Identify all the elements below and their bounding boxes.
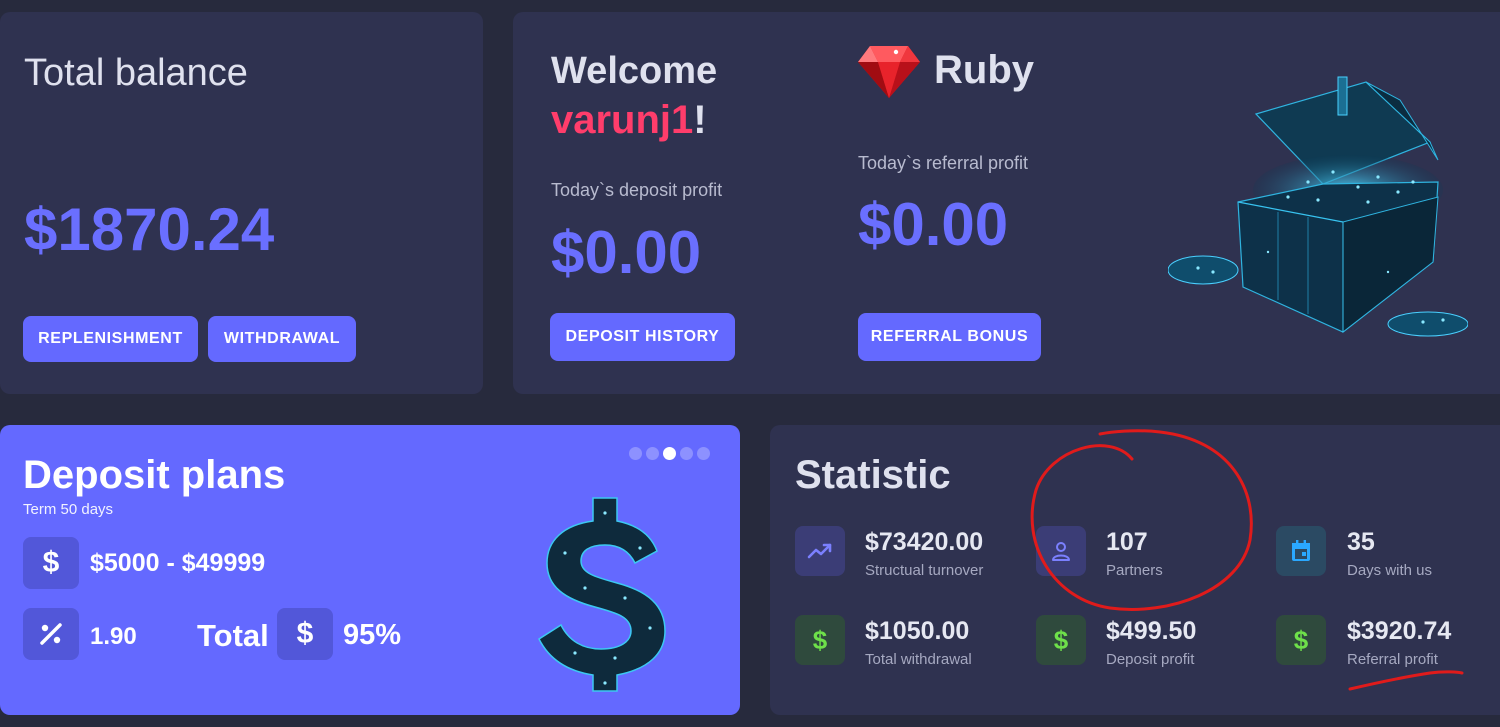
- deposit-profit-label: Today`s deposit profit: [551, 180, 723, 200]
- carousel-dot[interactable]: [680, 447, 693, 460]
- withdrawal-button[interactable]: WITHDRAWAL: [208, 316, 356, 362]
- statistic-title: Statistic: [795, 453, 951, 497]
- days-with-us-label: Days with us: [1347, 562, 1433, 579]
- dollar-sign-illustration: [538, 497, 666, 692]
- deposit-profit-value: $499.50: [1106, 617, 1197, 645]
- plan-total-label: Total: [197, 618, 269, 653]
- replenishment-button[interactable]: REPLENISHMENT: [23, 316, 198, 362]
- structual-turnover-value: $73420.00: [865, 528, 984, 556]
- statistic-card: Statistic $73420.00 Structual turnover 1…: [770, 425, 1500, 715]
- treasure-chest-illustration: [1168, 76, 1468, 337]
- welcome-card: Welcome varunj1! Today`s deposit profit …: [513, 12, 1500, 394]
- carousel-dots: [629, 447, 710, 460]
- plan-daily-percent: 1.90: [90, 623, 137, 650]
- days-with-us-value: 35: [1347, 528, 1375, 556]
- plan-amount-range: $5000 - $49999: [90, 549, 266, 577]
- referral-profit-value: $3920.74: [1347, 617, 1452, 645]
- referral-bonus-button[interactable]: REFERRAL BONUS: [858, 313, 1041, 361]
- total-withdrawal-value: $1050.00: [865, 617, 970, 645]
- plan-total-value: 95%: [343, 619, 402, 651]
- username-line: varunj1!: [551, 98, 707, 143]
- total-withdrawal-label: Total withdrawal: [865, 651, 972, 668]
- carousel-dot[interactable]: [629, 447, 642, 460]
- dollar-icon: $: [795, 615, 845, 665]
- exclamation: !: [693, 98, 707, 142]
- person-icon: [1036, 526, 1086, 576]
- carousel-dot[interactable]: [646, 447, 659, 460]
- partners-label: Partners: [1106, 562, 1163, 579]
- total-balance-card: Total balance $1870.24 REPLENISHMENT WIT…: [0, 12, 483, 394]
- referral-profit-amount: $0.00: [858, 191, 1009, 258]
- carousel-dot-active[interactable]: [663, 447, 676, 460]
- dollar-icon: $: [277, 608, 333, 660]
- plan-term: Term 50 days: [23, 501, 114, 518]
- ruby-gem-icon: [858, 46, 920, 98]
- deposit-profit-amount: $0.00: [551, 219, 702, 286]
- rank-name: Ruby: [934, 48, 1034, 92]
- welcome-heading: Welcome: [551, 50, 718, 92]
- percent-icon: [23, 608, 79, 660]
- deposit-plans-card: Deposit plans Term 50 days $ $5000 - $49…: [0, 425, 740, 715]
- dollar-icon: $: [23, 537, 79, 589]
- calendar-icon: [1276, 526, 1326, 576]
- partners-value: 107: [1106, 528, 1148, 556]
- carousel-dot[interactable]: [697, 447, 710, 460]
- referral-profit-stat-label: Referral profit: [1347, 651, 1438, 668]
- structual-turnover-label: Structual turnover: [865, 562, 984, 579]
- username: varunj1: [551, 98, 694, 142]
- total-balance-amount: $1870.24: [24, 196, 275, 263]
- trending-up-icon: [795, 526, 845, 576]
- deposit-history-button[interactable]: DEPOSIT HISTORY: [550, 313, 735, 361]
- dollar-icon: $: [1036, 615, 1086, 665]
- referral-profit-label: Today`s referral profit: [858, 153, 1029, 173]
- deposit-plans-title: Deposit plans: [23, 453, 286, 497]
- total-balance-title: Total balance: [24, 52, 248, 94]
- deposit-profit-stat-label: Deposit profit: [1106, 651, 1195, 668]
- dollar-icon: $: [1276, 615, 1326, 665]
